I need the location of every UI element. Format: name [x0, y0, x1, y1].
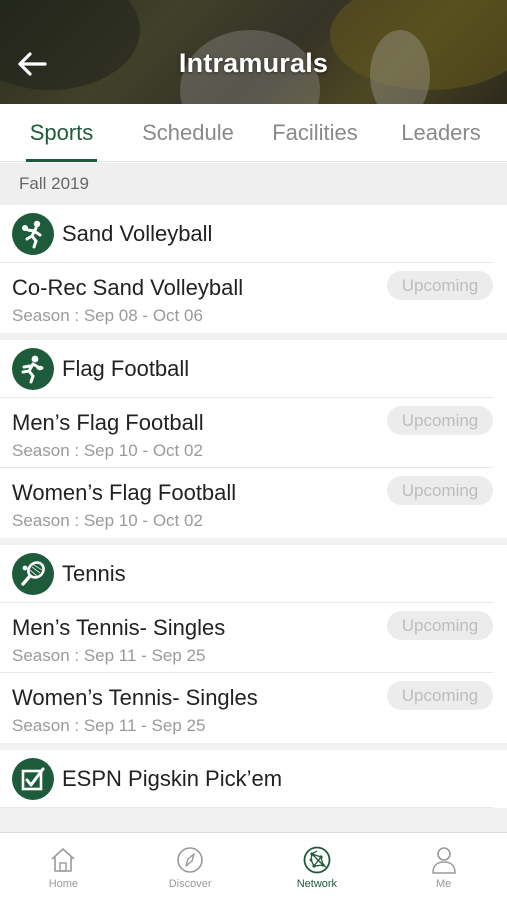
status-badge: Upcoming: [387, 681, 493, 710]
sports-list: Sand Volleyball Co-Rec Sand Volleyball S…: [0, 205, 507, 832]
league-name: Men’s Flag Football: [12, 410, 204, 435]
nav-network[interactable]: Network: [254, 833, 381, 900]
compass-icon: [177, 847, 203, 873]
volleyball-player-icon: [12, 212, 54, 255]
status-badge: Upcoming: [387, 476, 493, 505]
sport-header[interactable]: Tennis: [0, 545, 493, 603]
sport-name: ESPN Pigskin Pick’em: [62, 765, 283, 791]
sport-name: Tennis: [62, 560, 126, 586]
sport-card: Sand Volleyball Co-Rec Sand Volleyball S…: [0, 205, 507, 333]
league-season: Season : Sep 10 - Oct 02: [12, 441, 203, 460]
nav-label: Network: [296, 878, 338, 890]
status-badge: Upcoming: [387, 406, 493, 435]
league-name: Men’s Tennis- Singles: [12, 615, 226, 640]
page-title: Intramurals: [178, 48, 329, 78]
nav-label: Me: [435, 878, 452, 890]
sport-name: Sand Volleyball: [62, 220, 213, 246]
league-name: Women’s Flag Football: [12, 480, 237, 505]
league-row[interactable]: Men’s Tennis- Singles Season : Sep 11 - …: [0, 603, 493, 673]
league-season: Season : Sep 08 - Oct 06: [12, 306, 203, 325]
app-header: Intramurals: [0, 0, 507, 104]
sport-name: Flag Football: [62, 355, 190, 381]
sport-header[interactable]: Flag Football: [0, 340, 493, 398]
nav-home[interactable]: Home: [0, 833, 127, 900]
bottom-navigation: Home Discover Network Me: [0, 832, 507, 900]
league-season: Season : Sep 11 - Sep 25: [12, 646, 206, 665]
tab-schedule[interactable]: Schedule: [138, 104, 238, 162]
league-name: Co-Rec Sand Volleyball: [12, 275, 244, 300]
sport-header[interactable]: ESPN Pigskin Pick’em: [0, 750, 493, 808]
term-label: Fall 2019: [19, 174, 89, 193]
league-row[interactable]: Co-Rec Sand Volleyball Season : Sep 08 -…: [0, 263, 493, 333]
term-section-header: Fall 2019: [0, 163, 507, 205]
football-player-icon: [12, 347, 54, 390]
league-season: Season : Sep 11 - Sep 25: [12, 716, 206, 735]
home-icon: [51, 848, 75, 872]
league-row[interactable]: Women’s Tennis- Singles Season : Sep 11 …: [0, 673, 493, 743]
sport-card: ESPN Pigskin Pick’em: [0, 750, 507, 808]
tab-leaders[interactable]: Leaders: [398, 104, 484, 162]
league-row[interactable]: Women’s Flag Football Season : Sep 10 - …: [0, 468, 493, 538]
network-icon: [303, 846, 331, 874]
person-icon: [431, 847, 456, 874]
nav-label: Discover: [168, 878, 212, 890]
checkbox-icon: [12, 757, 54, 800]
nav-me[interactable]: Me: [380, 833, 507, 900]
tennis-racket-icon: [12, 552, 54, 595]
sport-header[interactable]: Sand Volleyball: [0, 205, 493, 263]
nav-discover[interactable]: Discover: [127, 833, 254, 900]
tab-sports[interactable]: Sports: [26, 104, 97, 162]
sport-card: Flag Football Men’s Flag Football Season…: [0, 340, 507, 538]
nav-label: Home: [48, 878, 79, 890]
league-season: Season : Sep 10 - Oct 02: [12, 511, 203, 530]
tab-facilities[interactable]: Facilities: [267, 104, 363, 162]
sport-card: Tennis Men’s Tennis- Singles Season : Se…: [0, 545, 507, 743]
league-name: Women’s Tennis- Singles: [12, 685, 258, 710]
tab-bar: Sports Schedule Facilities Leaders: [0, 104, 507, 162]
status-badge: Upcoming: [387, 271, 493, 300]
league-row[interactable]: Men’s Flag Football Season : Sep 10 - Oc…: [0, 398, 493, 468]
status-badge: Upcoming: [387, 611, 493, 640]
